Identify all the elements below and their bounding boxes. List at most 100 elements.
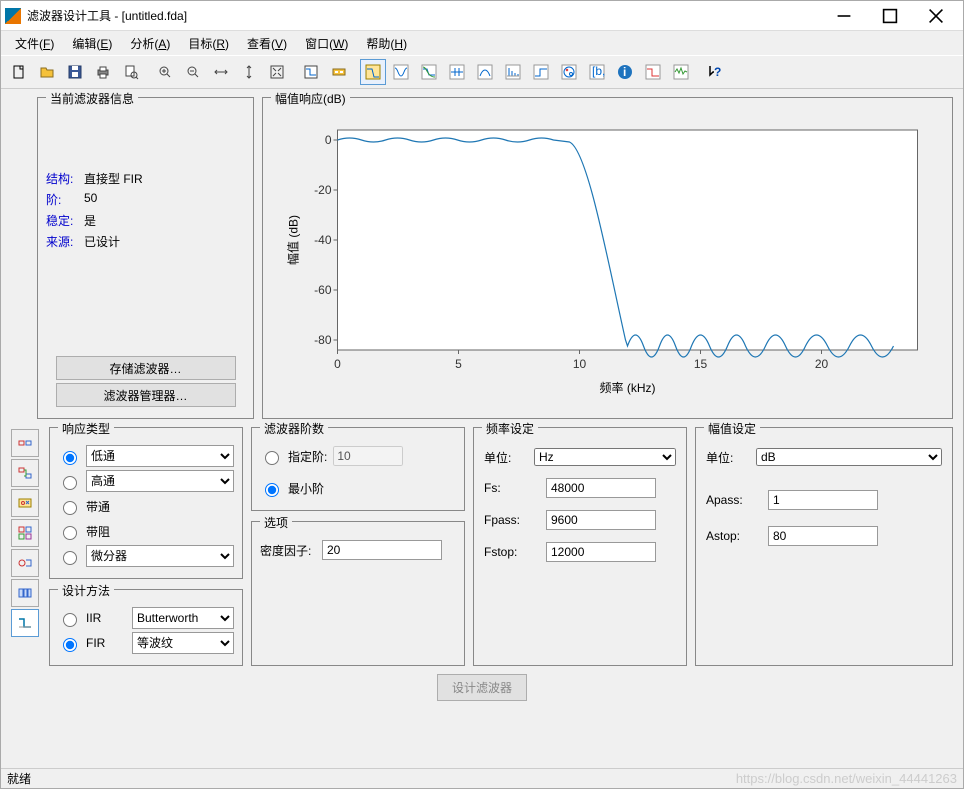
store-filter-button[interactable]: 存储滤波器… (56, 356, 236, 380)
filter-specs-icon[interactable] (298, 59, 324, 85)
print-preview-icon[interactable] (118, 59, 144, 85)
full-view-icon[interactable] (264, 59, 290, 85)
svg-text:-20: -20 (314, 183, 332, 197)
differentiator-radio[interactable] (63, 551, 77, 565)
response-type-legend: 响应类型 (58, 420, 114, 437)
filter-info-icon[interactable]: i (612, 59, 638, 85)
lowpass-radio[interactable] (63, 451, 77, 465)
menu-edit[interactable]: 编辑(E) (64, 33, 120, 54)
app-logo-icon (5, 8, 21, 24)
iir-radio[interactable] (63, 613, 77, 627)
astop-input[interactable] (768, 526, 878, 546)
iir-method-select[interactable]: Butterworth (132, 607, 234, 629)
frequency-spec-panel: 频率设定 单位:Hz Fs: Fpass: Fstop: (473, 427, 687, 666)
chart-ylabel: 幅值 (dB) (286, 215, 301, 265)
status-text: 就绪 (7, 770, 31, 787)
highpass-radio[interactable] (63, 476, 77, 490)
svg-text:-80: -80 (314, 333, 332, 347)
apass-input[interactable] (768, 490, 878, 510)
density-label: 密度因子: (260, 542, 316, 559)
source-label: 来源: (46, 233, 84, 250)
menu-file[interactable]: 文件(F) (7, 33, 62, 54)
phase-response-icon[interactable] (388, 59, 414, 85)
differentiator-select[interactable]: 微分器 (86, 545, 234, 567)
design-filter-button[interactable]: 设计滤波器 (437, 674, 527, 701)
fs-label: Fs: (484, 481, 540, 495)
highpass-select[interactable]: 高通 (86, 470, 234, 492)
side-realize-icon[interactable] (11, 519, 39, 547)
group-delay-icon[interactable] (444, 59, 470, 85)
fir-radio[interactable] (63, 638, 77, 652)
new-file-icon[interactable] (6, 59, 32, 85)
specify-order-radio[interactable] (265, 451, 279, 465)
step-response-icon[interactable] (528, 59, 554, 85)
order-label: 阶: (46, 191, 84, 208)
side-cq-icon[interactable] (11, 549, 39, 577)
menu-window[interactable]: 窗口(W) (297, 33, 356, 54)
print-icon[interactable] (90, 59, 116, 85)
magnitude-spec-icon[interactable] (640, 59, 666, 85)
zoom-y-icon[interactable] (236, 59, 262, 85)
menu-target[interactable]: 目标(R) (180, 33, 237, 54)
round-off-noise-icon[interactable] (668, 59, 694, 85)
svg-text:-60: -60 (314, 283, 332, 297)
zoom-x-icon[interactable] (208, 59, 234, 85)
min-order-radio[interactable] (265, 483, 279, 497)
fstop-input[interactable] (546, 542, 656, 562)
specify-order-label: 指定阶: (288, 448, 327, 465)
density-input[interactable] (322, 540, 442, 560)
fstop-label: Fstop: (484, 545, 540, 559)
side-toolbar (11, 427, 41, 666)
maximize-button[interactable] (867, 2, 913, 30)
zoom-in-icon[interactable] (152, 59, 178, 85)
magnitude-spec-panel: 幅值设定 单位:dB Apass: Astop: (695, 427, 953, 666)
menu-help[interactable]: 帮助(H) (358, 33, 415, 54)
filter-manager-button[interactable]: 滤波器管理器… (56, 383, 236, 407)
side-polezero-icon[interactable] (11, 489, 39, 517)
pole-zero-icon[interactable] (556, 59, 582, 85)
fs-input[interactable] (546, 478, 656, 498)
svg-text:-40: -40 (314, 233, 332, 247)
response-type-panel: 响应类型 低通 高通 带通 带阻 微分器 (49, 427, 243, 579)
fir-method-select[interactable]: 等波纹 (132, 632, 234, 654)
filter-order-panel: 滤波器阶数 指定阶: 最小阶 (251, 427, 465, 511)
mag-unit-label: 单位: (706, 449, 750, 466)
structure-label: 结构: (46, 170, 84, 187)
zoom-out-icon[interactable] (180, 59, 206, 85)
bandpass-label: 带通 (86, 498, 110, 515)
side-multiband-icon[interactable] (11, 579, 39, 607)
fpass-input[interactable] (546, 510, 656, 530)
menu-view[interactable]: 查看(V) (239, 33, 295, 54)
mag-phase-icon[interactable] (416, 59, 442, 85)
save-file-icon[interactable] (62, 59, 88, 85)
menu-analysis[interactable]: 分析(A) (122, 33, 178, 54)
mag-unit-select[interactable]: dB (756, 448, 942, 466)
specify-order-input[interactable] (333, 446, 403, 466)
minimize-button[interactable] (821, 2, 867, 30)
side-design-filter-icon[interactable] (11, 609, 39, 637)
svg-text:20: 20 (815, 357, 829, 371)
magnitude-chart: 0 -20 -40 -60 -80 0 5 10 15 20 频率 (kHz) … (271, 110, 944, 410)
svg-text:5: 5 (455, 357, 462, 371)
realize-model-icon[interactable] (326, 59, 352, 85)
bandstop-radio[interactable] (63, 526, 77, 540)
apass-label: Apass: (706, 493, 762, 507)
options-legend: 选项 (260, 514, 292, 531)
chart-legend: 幅值响应(dB) (271, 90, 350, 107)
side-specs-icon[interactable] (11, 429, 39, 457)
context-help-icon[interactable]: ? (702, 59, 728, 85)
close-button[interactable] (913, 2, 959, 30)
filter-coeffs-icon[interactable]: [b,a] (584, 59, 610, 85)
astop-label: Astop: (706, 529, 762, 543)
side-import-icon[interactable] (11, 459, 39, 487)
design-method-legend: 设计方法 (58, 582, 114, 599)
lowpass-select[interactable]: 低通 (86, 445, 234, 467)
bandpass-radio[interactable] (63, 501, 77, 515)
info-panel-legend: 当前滤波器信息 (46, 90, 138, 107)
freq-unit-select[interactable]: Hz (534, 448, 676, 466)
impulse-response-icon[interactable] (500, 59, 526, 85)
source-value: 已设计 (84, 233, 120, 250)
phase-delay-icon[interactable] (472, 59, 498, 85)
magnitude-response-icon[interactable] (360, 59, 386, 85)
open-file-icon[interactable] (34, 59, 60, 85)
